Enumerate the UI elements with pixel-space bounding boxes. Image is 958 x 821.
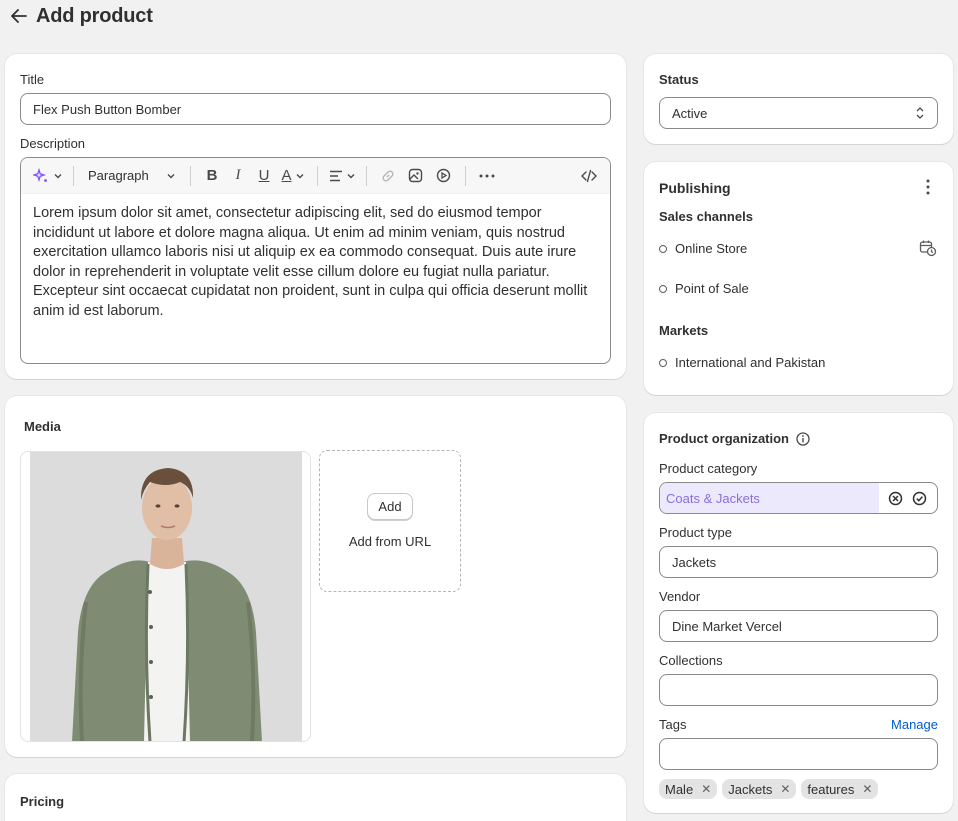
- status-select[interactable]: Active: [659, 97, 938, 129]
- editor-toolbar: Paragraph B I U A: [21, 158, 610, 194]
- chevron-down-icon: [347, 173, 354, 178]
- collections-input[interactable]: [659, 674, 938, 706]
- text-color-icon: A: [281, 167, 292, 184]
- add-media-dropzone[interactable]: Add Add from URL: [319, 450, 461, 592]
- add-from-url-link[interactable]: Add from URL: [349, 534, 431, 549]
- category-value: Coats & Jackets: [666, 490, 760, 506]
- status-title: Status: [659, 72, 699, 87]
- product-type-label: Product type: [659, 525, 732, 540]
- market-international-label: International and Pakistan: [675, 355, 826, 370]
- chevron-down-icon: [167, 173, 175, 178]
- category-selected[interactable]: Coats & Jackets: [660, 483, 879, 513]
- tag-chip: Jackets ✕: [722, 779, 797, 799]
- category-clear-icon[interactable]: [883, 483, 907, 513]
- title-label: Title: [20, 72, 45, 87]
- video-icon[interactable]: [429, 164, 457, 188]
- tags-manage-link[interactable]: Manage: [891, 717, 938, 732]
- title-input-value: Flex Push Button Bomber: [33, 101, 182, 117]
- category-label: Product category: [659, 461, 758, 476]
- category-combobox[interactable]: Coats & Jackets: [659, 482, 938, 514]
- back-arrow-icon[interactable]: [8, 5, 30, 27]
- pricing-title: Pricing: [20, 794, 65, 809]
- tag-chip: features ✕: [801, 779, 879, 799]
- media-card: Media Add Add from URL: [5, 396, 626, 757]
- channel-point-of-sale-label: Point of Sale: [675, 281, 749, 296]
- status-select-value: Active: [672, 105, 708, 121]
- tag-chip-label: features: [807, 781, 855, 797]
- more-options-icon[interactable]: [474, 164, 500, 188]
- product-type-input[interactable]: Jackets: [659, 546, 938, 578]
- remove-tag-icon[interactable]: ✕: [701, 782, 711, 796]
- description-editor[interactable]: Paragraph B I U A Lorem ipsum dolor sit …: [20, 157, 611, 364]
- channel-bullet: [659, 284, 667, 293]
- add-media-button[interactable]: Add: [367, 493, 413, 520]
- sparkle-icon: [33, 167, 47, 182]
- align-button[interactable]: [326, 164, 358, 188]
- product-organization-card: Product organization Product category Co…: [644, 413, 953, 813]
- tag-chip-label: Male: [665, 781, 694, 797]
- ai-magic-button[interactable]: [31, 164, 65, 188]
- markets-label: Markets: [659, 323, 709, 338]
- toolbar-divider: [366, 165, 367, 186]
- page-title: Add product: [36, 4, 153, 27]
- bold-icon[interactable]: B: [199, 164, 225, 188]
- schedule-calendar-icon[interactable]: [919, 239, 937, 260]
- toolbar-divider: [465, 165, 466, 186]
- channel-online-store: Online Store: [659, 241, 747, 256]
- remove-tag-icon[interactable]: ✕: [780, 782, 790, 796]
- publishing-menu-icon[interactable]: [921, 179, 935, 197]
- code-view-icon[interactable]: [576, 164, 602, 188]
- title-input[interactable]: Flex Push Button Bomber: [20, 93, 611, 125]
- product-type-value: Jackets: [672, 554, 717, 570]
- product-image-frame[interactable]: [20, 451, 311, 742]
- pricing-card: Pricing: [5, 774, 626, 821]
- media-title: Media: [24, 419, 61, 434]
- description-text[interactable]: Lorem ipsum dolor sit amet, consectetur …: [21, 194, 610, 331]
- paragraph-format-select[interactable]: Paragraph: [82, 164, 182, 188]
- product-details-card: Title Flex Push Button Bomber Descriptio…: [5, 54, 626, 379]
- underline-icon[interactable]: U: [251, 164, 277, 188]
- link-icon[interactable]: [375, 164, 401, 188]
- channel-online-store-label: Online Store: [675, 241, 748, 256]
- chevron-down-icon: [54, 173, 62, 178]
- add-media-button-label: Add: [378, 499, 402, 514]
- toolbar-divider: [190, 165, 191, 186]
- remove-tag-icon[interactable]: ✕: [862, 782, 872, 796]
- align-left-icon: [329, 170, 342, 181]
- toolbar-divider: [317, 165, 318, 186]
- info-icon[interactable]: [796, 431, 810, 446]
- chevron-down-icon: [296, 173, 303, 178]
- status-card: Status Active: [644, 54, 953, 144]
- vendor-value: Dine Market Vercel: [672, 618, 782, 634]
- toolbar-divider: [73, 165, 74, 186]
- tag-chip: Male ✕: [659, 779, 718, 799]
- tag-chip-label: Jackets: [728, 781, 773, 797]
- channel-point-of-sale: Point of Sale: [659, 281, 749, 296]
- market-international: International and Pakistan: [659, 355, 825, 370]
- organization-title: Product organization: [659, 431, 789, 446]
- collections-label: Collections: [659, 653, 723, 668]
- italic-icon[interactable]: I: [225, 164, 251, 188]
- sales-channels-label: Sales channels: [659, 209, 753, 224]
- tags-input[interactable]: [659, 738, 938, 770]
- category-confirm-icon[interactable]: [907, 483, 931, 513]
- tags-label: Tags: [659, 717, 687, 732]
- channel-bullet: [659, 244, 667, 253]
- description-label: Description: [20, 136, 86, 151]
- tag-chip-list: Male ✕ Jackets ✕ features ✕: [659, 779, 883, 799]
- text-color-button[interactable]: A: [277, 164, 309, 188]
- vendor-input[interactable]: Dine Market Vercel: [659, 610, 938, 642]
- publishing-card: Publishing Sales channels Online Store P…: [644, 162, 953, 395]
- page-header: Add product: [8, 2, 153, 30]
- publishing-title: Publishing: [659, 180, 731, 196]
- market-bullet: [659, 358, 667, 367]
- paragraph-format-label: Paragraph: [88, 168, 149, 183]
- vendor-label: Vendor: [659, 589, 701, 604]
- organization-header: Product organization: [659, 431, 810, 446]
- image-icon[interactable]: [401, 164, 429, 188]
- select-updown-icon: [916, 107, 924, 119]
- product-photo-image: [30, 452, 302, 741]
